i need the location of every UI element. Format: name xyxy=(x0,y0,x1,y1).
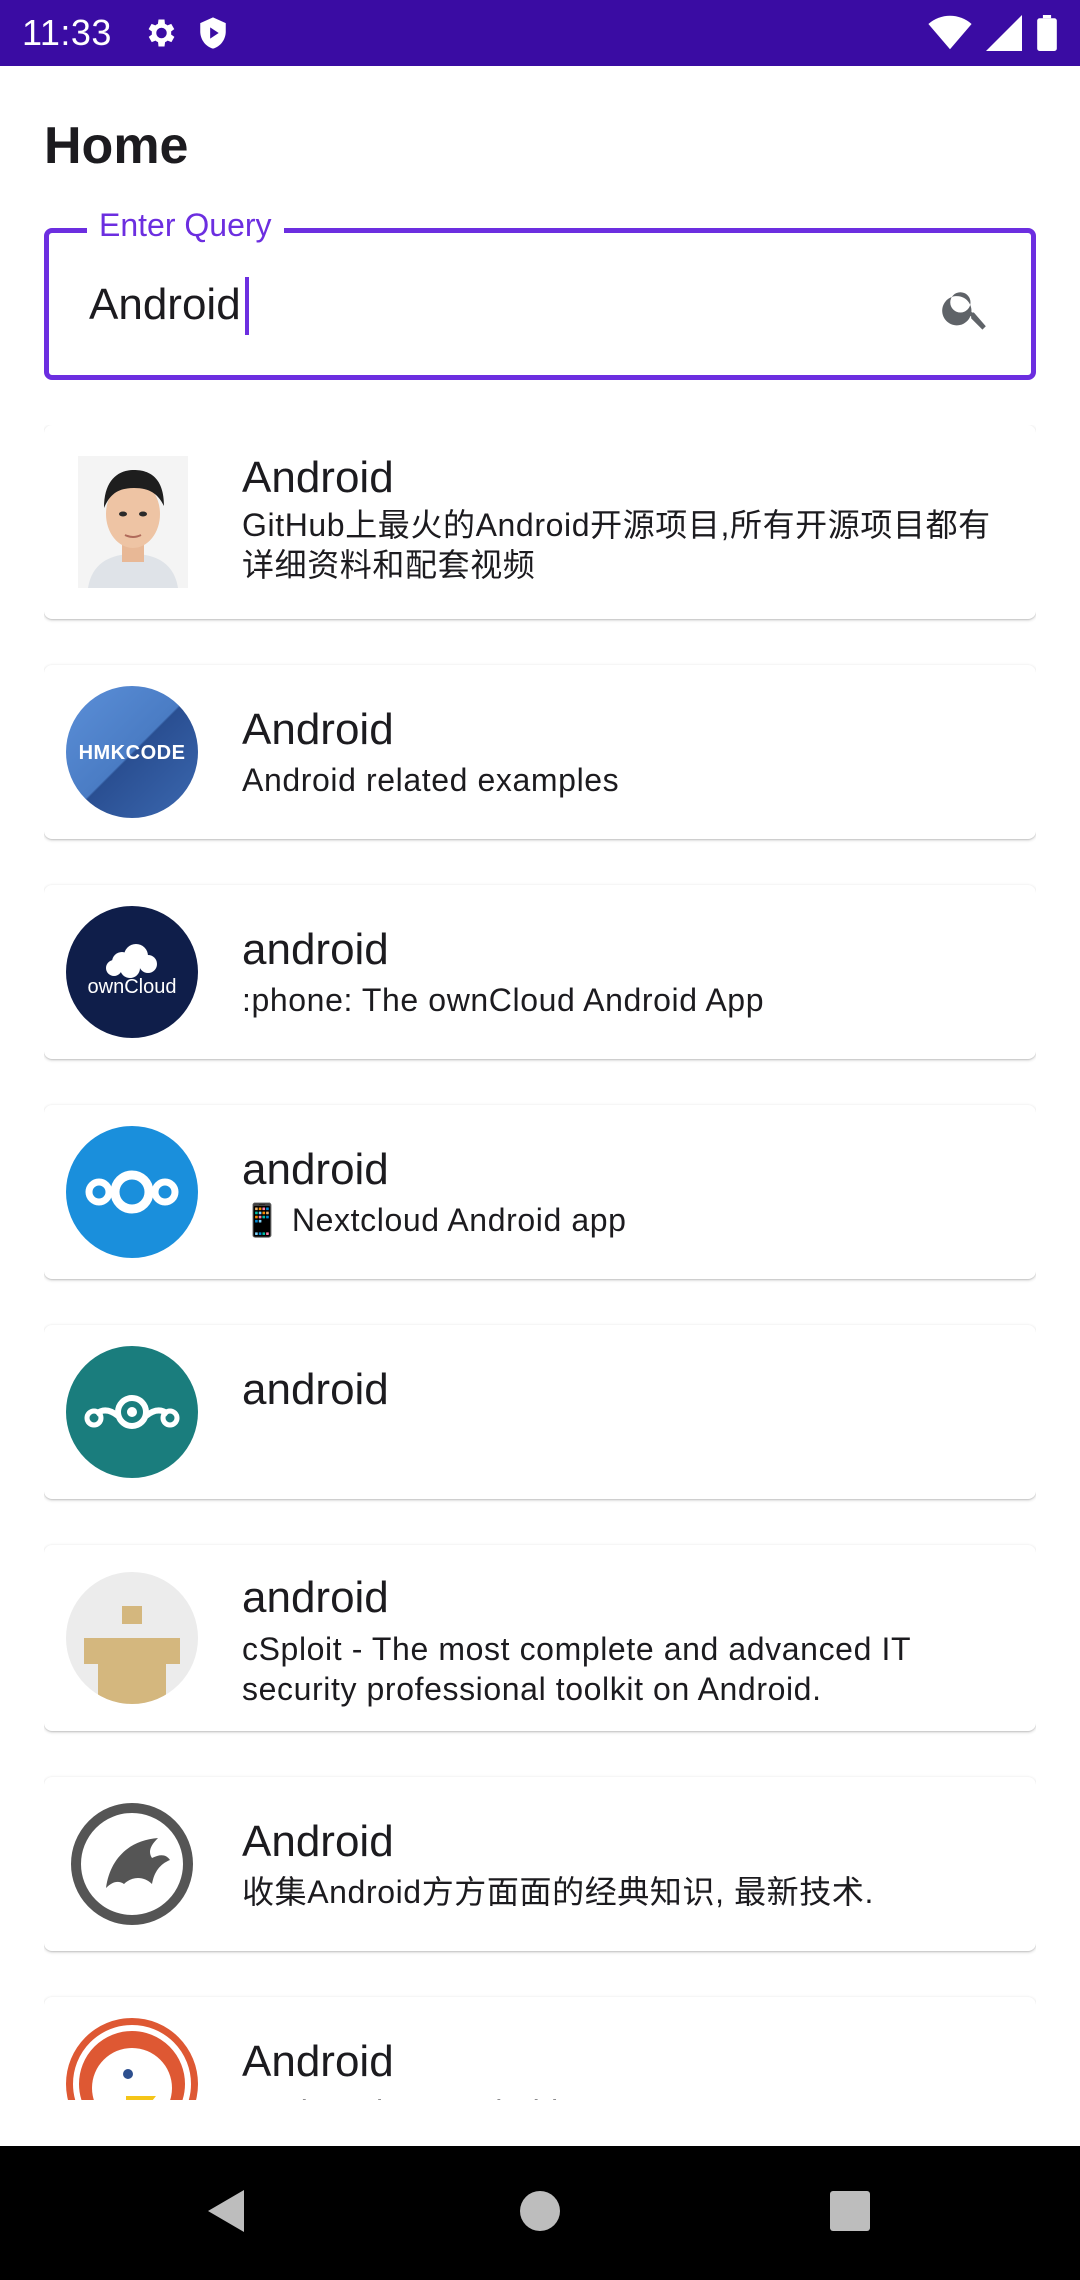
settings-icon xyxy=(148,19,175,47)
list-item[interactable]: Android GitHub上最火的Android开源项目,所有开源项目都有详细… xyxy=(44,425,1036,619)
signal-icon xyxy=(986,15,1022,51)
battery-icon xyxy=(1037,15,1057,51)
results-list[interactable]: Android GitHub上最火的Android开源项目,所有开源项目都有详细… xyxy=(44,425,1036,2100)
list-item-title: Android xyxy=(242,1817,394,1866)
list-item-description: GitHub上最火的Android开源项目,所有开源项目都有详细资料和配套视频 xyxy=(242,507,991,583)
list-item-description: DuckDuckGo Android App xyxy=(242,2092,1002,2100)
csploit-logo-icon xyxy=(66,1572,198,1704)
list-item[interactable]: android xyxy=(44,1325,1036,1499)
list-item-description: :phone: The ownCloud Android App xyxy=(242,982,765,1018)
list-item-title: Android xyxy=(242,2037,394,2086)
hmkcode-logo-icon: HMKCODE xyxy=(66,686,198,818)
list-item[interactable]: ownCloud android :phone: The ownCloud An… xyxy=(44,885,1036,1059)
person-photo-icon xyxy=(78,456,188,588)
list-item[interactable]: android cSploit - The most complete and … xyxy=(44,1545,1036,1731)
list-item-title: android xyxy=(242,1573,389,1622)
wifi-icon xyxy=(928,15,972,50)
lineageos-logo-icon xyxy=(66,1346,198,1478)
list-item-title: android xyxy=(242,1365,389,1414)
text-cursor xyxy=(245,277,249,335)
list-item-title: android xyxy=(242,1145,389,1194)
dragon-logo-icon xyxy=(66,1798,198,1930)
list-item[interactable]: Android DuckDuckGo Android App xyxy=(44,1997,1036,2100)
navigation-bar xyxy=(0,2146,1080,2280)
recents-icon[interactable] xyxy=(829,2186,871,2236)
status-bar: 11:33 xyxy=(0,0,1080,66)
home-icon[interactable] xyxy=(519,2186,561,2236)
page-title: Home xyxy=(44,117,189,175)
list-item[interactable]: Android 收集Android方方面面的经典知识, 最新技术. xyxy=(44,1777,1036,1951)
shield-play-icon xyxy=(200,17,226,49)
list-item-description: Android related examples xyxy=(242,762,620,798)
search-field[interactable]: Enter Query xyxy=(44,207,1036,380)
avatar xyxy=(78,456,188,588)
list-item-title: Android xyxy=(242,705,394,754)
nextcloud-logo-icon xyxy=(66,1126,198,1258)
list-item-title: Android xyxy=(242,453,394,502)
search-label: Enter Query xyxy=(87,207,284,244)
duckduckgo-logo-icon xyxy=(66,2018,198,2100)
status-time: 11:33 xyxy=(22,12,112,53)
list-item-description: cSploit - The most complete and advanced… xyxy=(242,1631,911,1707)
list-item-description: 收集Android方方面面的经典知识, 最新技术. xyxy=(242,1874,874,1910)
list-item[interactable]: android 📱 Nextcloud Android app xyxy=(44,1105,1036,1279)
search-icon[interactable] xyxy=(939,281,993,335)
list-item-description: 📱 Nextcloud Android app xyxy=(242,1202,627,1238)
owncloud-logo-icon: ownCloud xyxy=(66,906,198,1038)
back-icon[interactable] xyxy=(204,2186,248,2236)
list-item[interactable]: HMKCODE Android Android related examples xyxy=(44,665,1036,839)
list-item-title: android xyxy=(242,925,389,974)
search-input[interactable] xyxy=(89,277,889,333)
